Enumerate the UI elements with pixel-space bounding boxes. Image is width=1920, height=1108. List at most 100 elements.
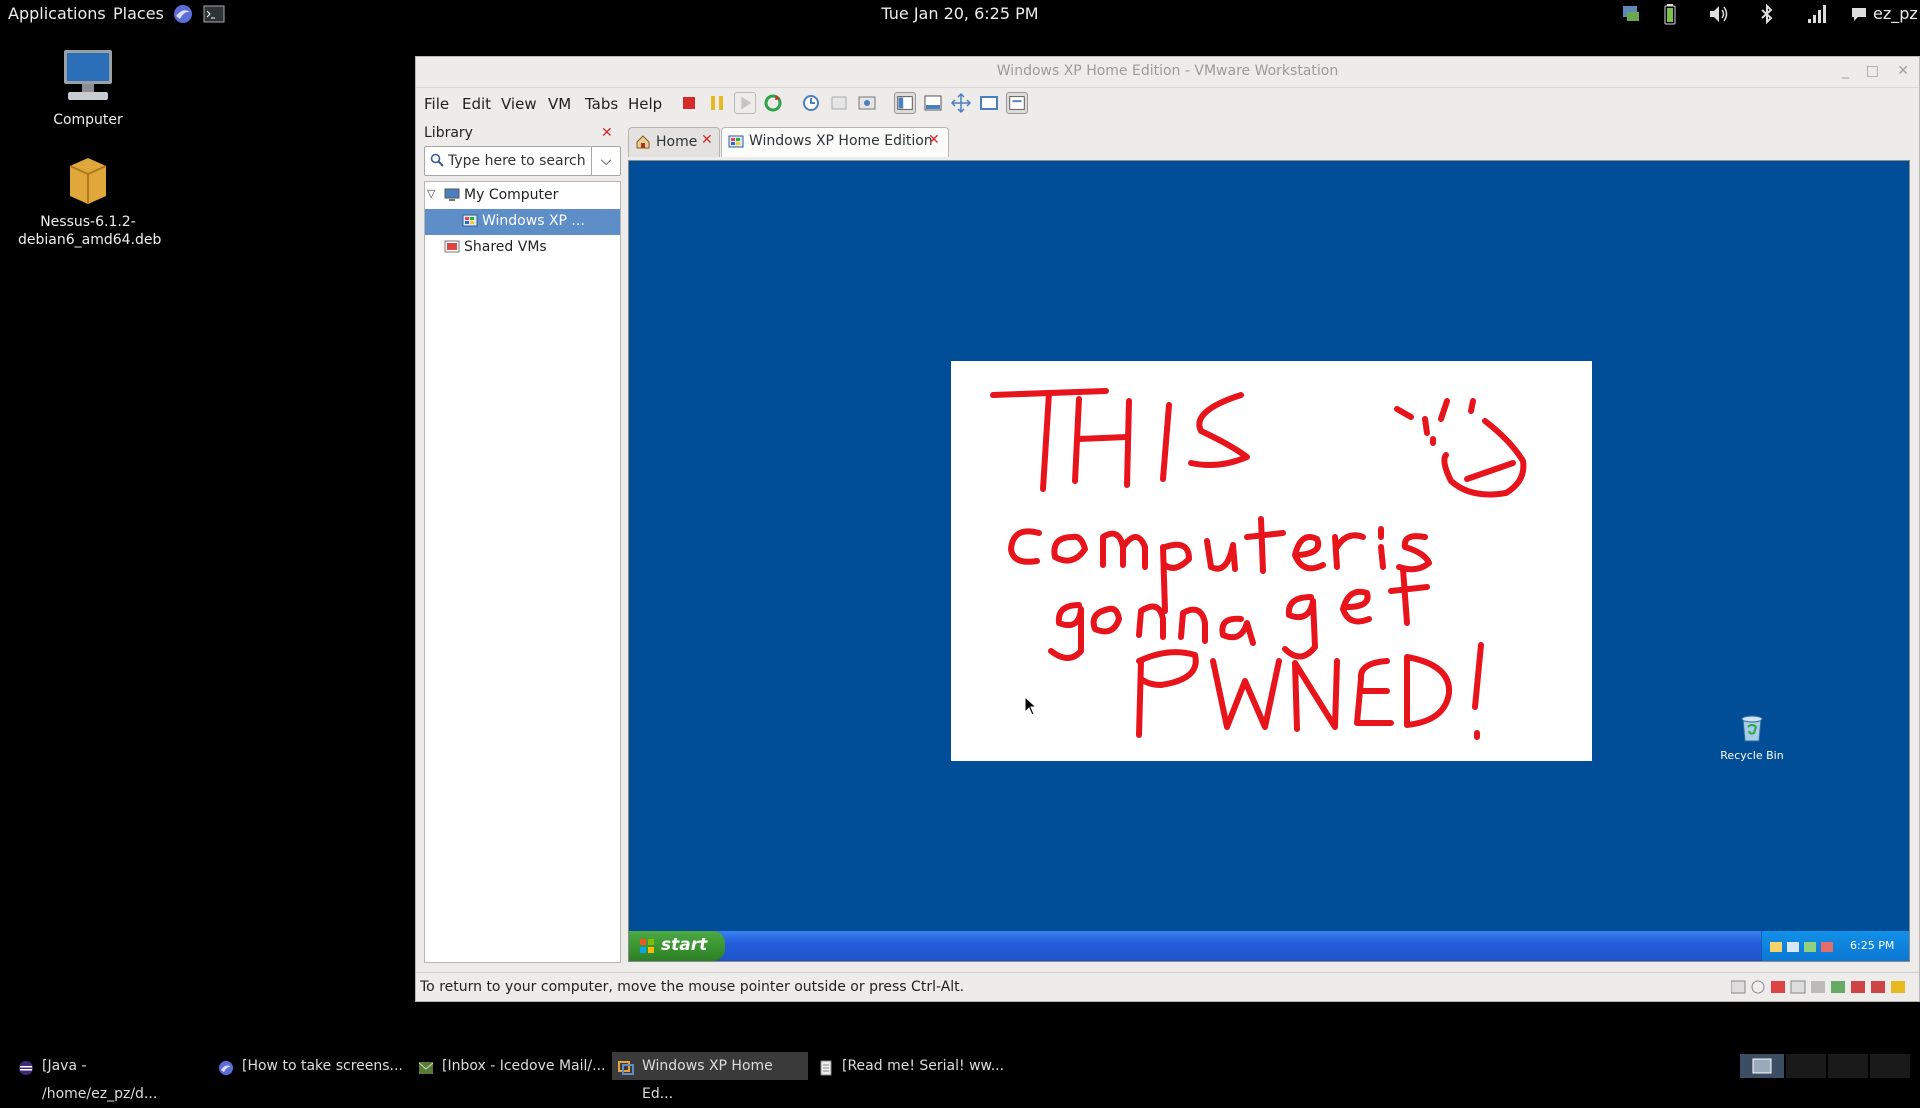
menu-edit[interactable]: Edit bbox=[462, 95, 491, 113]
applications-menu[interactable]: Applications bbox=[8, 4, 106, 23]
xp-clock[interactable]: 6:25 PM bbox=[1850, 939, 1894, 952]
vm-display[interactable]: Recycle Bin start 6:25 PM bbox=[628, 160, 1910, 962]
computer-icon bbox=[58, 46, 118, 106]
taskbar-item-readme[interactable]: [Read me! Serial! ww... bbox=[816, 1052, 1006, 1080]
search-dropdown-chevron-icon[interactable]: ⌵ bbox=[591, 147, 620, 175]
xp-system-tray: 6:25 PM bbox=[1761, 931, 1909, 961]
power-on-icon[interactable] bbox=[734, 92, 756, 114]
menubar: File Edit View VM Tabs Help bbox=[416, 88, 1919, 120]
battery-icon[interactable] bbox=[1659, 3, 1681, 25]
browser-icon[interactable] bbox=[172, 3, 194, 25]
tab-home[interactable]: Home ✕ bbox=[628, 127, 720, 157]
user-menu[interactable]: ez_pz bbox=[1873, 4, 1918, 23]
vmware-window: Windows XP Home Edition - VMware Worksta… bbox=[415, 56, 1920, 1002]
desktop-icon-computer[interactable]: Computer bbox=[18, 46, 158, 128]
chat-icon[interactable] bbox=[1849, 3, 1871, 25]
taskbar-item-vmware[interactable]: Windows XP Home Ed... bbox=[612, 1052, 808, 1102]
expander-icon[interactable]: ▽ bbox=[427, 187, 435, 200]
tree-item-shared-vms[interactable]: Shared VMs bbox=[425, 235, 620, 261]
tree-item-label: My Computer bbox=[464, 187, 559, 203]
tab-label: Home bbox=[656, 134, 698, 150]
revert-snapshot-icon[interactable] bbox=[828, 92, 850, 114]
desktop-icon-label: debian6_amd64.deb bbox=[18, 232, 162, 248]
close-tab-icon[interactable]: ✕ bbox=[701, 132, 713, 148]
tab-windows-xp[interactable]: Windows XP Home Edition ✕ bbox=[721, 127, 949, 157]
taskbar-label: [Read me! Serial! ww... bbox=[842, 1058, 1005, 1074]
workspace-2[interactable] bbox=[1786, 1054, 1826, 1078]
device-status-icons[interactable] bbox=[1730, 978, 1911, 1000]
taskbar-item-browser[interactable]: [How to take screens... bbox=[216, 1052, 406, 1080]
tree-item-windows-xp[interactable]: Windows XP ... bbox=[425, 209, 620, 235]
snapshot-icon[interactable] bbox=[800, 92, 822, 114]
vm-icon bbox=[728, 134, 744, 154]
start-label: start bbox=[661, 935, 708, 955]
desktop-icon-recycle-bin[interactable]: Recycle Bin bbox=[1717, 713, 1787, 762]
library-header: Library bbox=[424, 125, 473, 141]
full-screen-icon[interactable] bbox=[978, 92, 1000, 114]
menu-vm[interactable]: VM bbox=[548, 95, 571, 113]
desktop-icon-label: Computer bbox=[53, 112, 123, 128]
show-library-icon[interactable] bbox=[894, 92, 916, 114]
tree-item-my-computer[interactable]: ▽ My Computer bbox=[425, 183, 620, 209]
desktop-icon-nessus[interactable]: Nessus-6.1.2- debian6_amd64.deb bbox=[18, 148, 162, 248]
reset-icon[interactable] bbox=[762, 92, 784, 114]
volume-icon[interactable] bbox=[1707, 3, 1729, 25]
display-icon[interactable] bbox=[1620, 3, 1642, 25]
fit-guest-icon[interactable] bbox=[950, 92, 972, 114]
recycle-bin-icon bbox=[1717, 713, 1787, 747]
paint-canvas bbox=[951, 361, 1592, 761]
tab-label: Windows XP Home Edition bbox=[749, 133, 933, 149]
top-panel: Applications Places Tue Jan 20, 6:25 PM … bbox=[0, 0, 1920, 29]
unity-icon[interactable] bbox=[1006, 92, 1028, 114]
menu-file[interactable]: File bbox=[424, 95, 449, 113]
taskbar-label: [Java - /home/ez_pz/d... bbox=[42, 1058, 158, 1102]
close-button[interactable]: ✕ bbox=[1897, 63, 1909, 79]
menu-help[interactable]: Help bbox=[628, 95, 662, 113]
power-off-icon[interactable] bbox=[678, 92, 700, 114]
close-tab-icon[interactable]: ✕ bbox=[928, 132, 940, 148]
workspace-4[interactable] bbox=[1870, 1054, 1910, 1078]
minimize-button[interactable]: _ bbox=[1842, 63, 1849, 79]
thumbnail-bar-icon[interactable] bbox=[922, 92, 944, 114]
tree-item-label: Windows XP ... bbox=[482, 213, 585, 229]
taskbar-label: Windows XP Home Ed... bbox=[642, 1058, 773, 1102]
window-title: Windows XP Home Edition - VMware Worksta… bbox=[996, 63, 1339, 79]
xp-taskbar: start 6:25 PM bbox=[629, 931, 1909, 961]
taskbar-label: [Inbox - Icedove Mail/... bbox=[442, 1058, 606, 1074]
browser-icon bbox=[218, 1058, 234, 1086]
mouse-cursor-icon bbox=[1024, 696, 1038, 716]
snapshot-manager-icon[interactable] bbox=[856, 92, 878, 114]
tray-icons[interactable] bbox=[1770, 939, 1844, 958]
vm-icon bbox=[462, 213, 478, 233]
maximize-button[interactable]: □ bbox=[1866, 63, 1879, 79]
desktop-icon-label: Nessus-6.1.2- bbox=[40, 214, 136, 230]
home-icon bbox=[635, 134, 651, 154]
menu-view[interactable]: View bbox=[501, 95, 537, 113]
network-icon[interactable] bbox=[1806, 3, 1828, 25]
search-placeholder: Type here to search bbox=[448, 153, 586, 169]
windows-logo-icon bbox=[639, 938, 655, 959]
tree-item-label: Shared VMs bbox=[464, 239, 547, 255]
terminal-icon[interactable] bbox=[203, 3, 225, 25]
status-bar: To return to your computer, move the mou… bbox=[416, 972, 1919, 1001]
bluetooth-icon[interactable] bbox=[1756, 3, 1778, 25]
library-search[interactable]: Type here to search ⌵ bbox=[424, 146, 621, 176]
workspace-window-icon bbox=[1752, 1058, 1772, 1074]
places-menu[interactable]: Places bbox=[113, 4, 164, 23]
library-title: Library bbox=[424, 125, 473, 141]
window-titlebar[interactable]: Windows XP Home Edition - VMware Worksta… bbox=[416, 57, 1919, 88]
start-button[interactable]: start bbox=[629, 931, 725, 961]
package-icon bbox=[58, 148, 118, 208]
workspace-1[interactable] bbox=[1740, 1054, 1784, 1078]
vmware-icon bbox=[618, 1058, 634, 1086]
menu-tabs[interactable]: Tabs bbox=[585, 95, 618, 113]
taskbar-item-mail[interactable]: [Inbox - Icedove Mail/... bbox=[416, 1052, 606, 1080]
eclipse-icon bbox=[18, 1058, 34, 1086]
workspace-3[interactable] bbox=[1828, 1054, 1868, 1078]
taskbar-item-java[interactable]: [Java - /home/ez_pz/d... bbox=[16, 1052, 206, 1102]
recycle-bin-label: Recycle Bin bbox=[1720, 749, 1784, 762]
search-icon bbox=[430, 153, 444, 171]
suspend-icon[interactable] bbox=[706, 92, 728, 114]
text-document-icon bbox=[818, 1058, 834, 1086]
close-library-icon[interactable]: ✕ bbox=[601, 125, 613, 141]
